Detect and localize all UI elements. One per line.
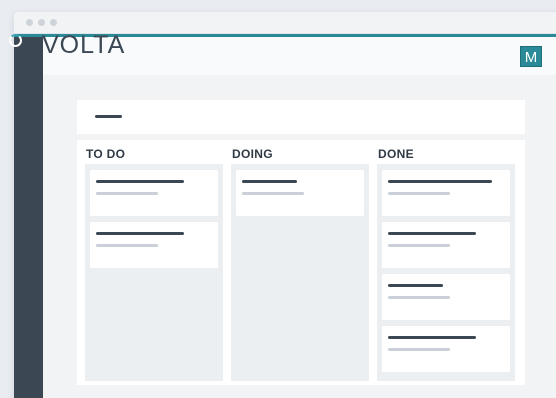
task-card[interactable] [382, 274, 510, 320]
task-card[interactable] [90, 170, 218, 216]
task-card-subtitle [388, 348, 450, 351]
task-card-title [96, 180, 184, 183]
column-done[interactable] [377, 164, 515, 381]
task-card[interactable] [382, 222, 510, 268]
task-card-title [388, 284, 443, 287]
task-card-subtitle [388, 244, 450, 247]
page-title-placeholder [95, 115, 122, 118]
window-minimize-dot[interactable] [38, 19, 45, 26]
task-card-subtitle [96, 192, 158, 195]
task-card[interactable] [236, 170, 364, 216]
task-card-subtitle [96, 244, 158, 247]
loading-spinner-icon [9, 34, 22, 47]
column-title-todo: TO DO [86, 147, 126, 161]
task-card-title [388, 336, 476, 339]
app-logo[interactable]: VOLTA [42, 31, 125, 60]
column-doing[interactable] [231, 164, 369, 381]
column-title-doing: DOING [232, 147, 273, 161]
window-close-dot[interactable] [26, 19, 33, 26]
kanban-board: TO DO DOING DONE [77, 140, 525, 385]
task-card-subtitle [388, 192, 450, 195]
task-card[interactable] [382, 326, 510, 372]
task-card[interactable] [382, 170, 510, 216]
task-card[interactable] [90, 222, 218, 268]
column-title-done: DONE [378, 147, 414, 161]
task-card-title [96, 232, 184, 235]
task-card-subtitle [388, 296, 450, 299]
sidebar [14, 37, 43, 398]
task-card-title [388, 232, 476, 235]
task-card-title [388, 180, 492, 183]
window-maximize-dot[interactable] [50, 19, 57, 26]
avatar[interactable]: M [520, 46, 542, 67]
column-todo[interactable] [85, 164, 223, 381]
task-card-subtitle [242, 192, 304, 195]
task-card-title [242, 180, 297, 183]
page-title-card [77, 100, 525, 134]
